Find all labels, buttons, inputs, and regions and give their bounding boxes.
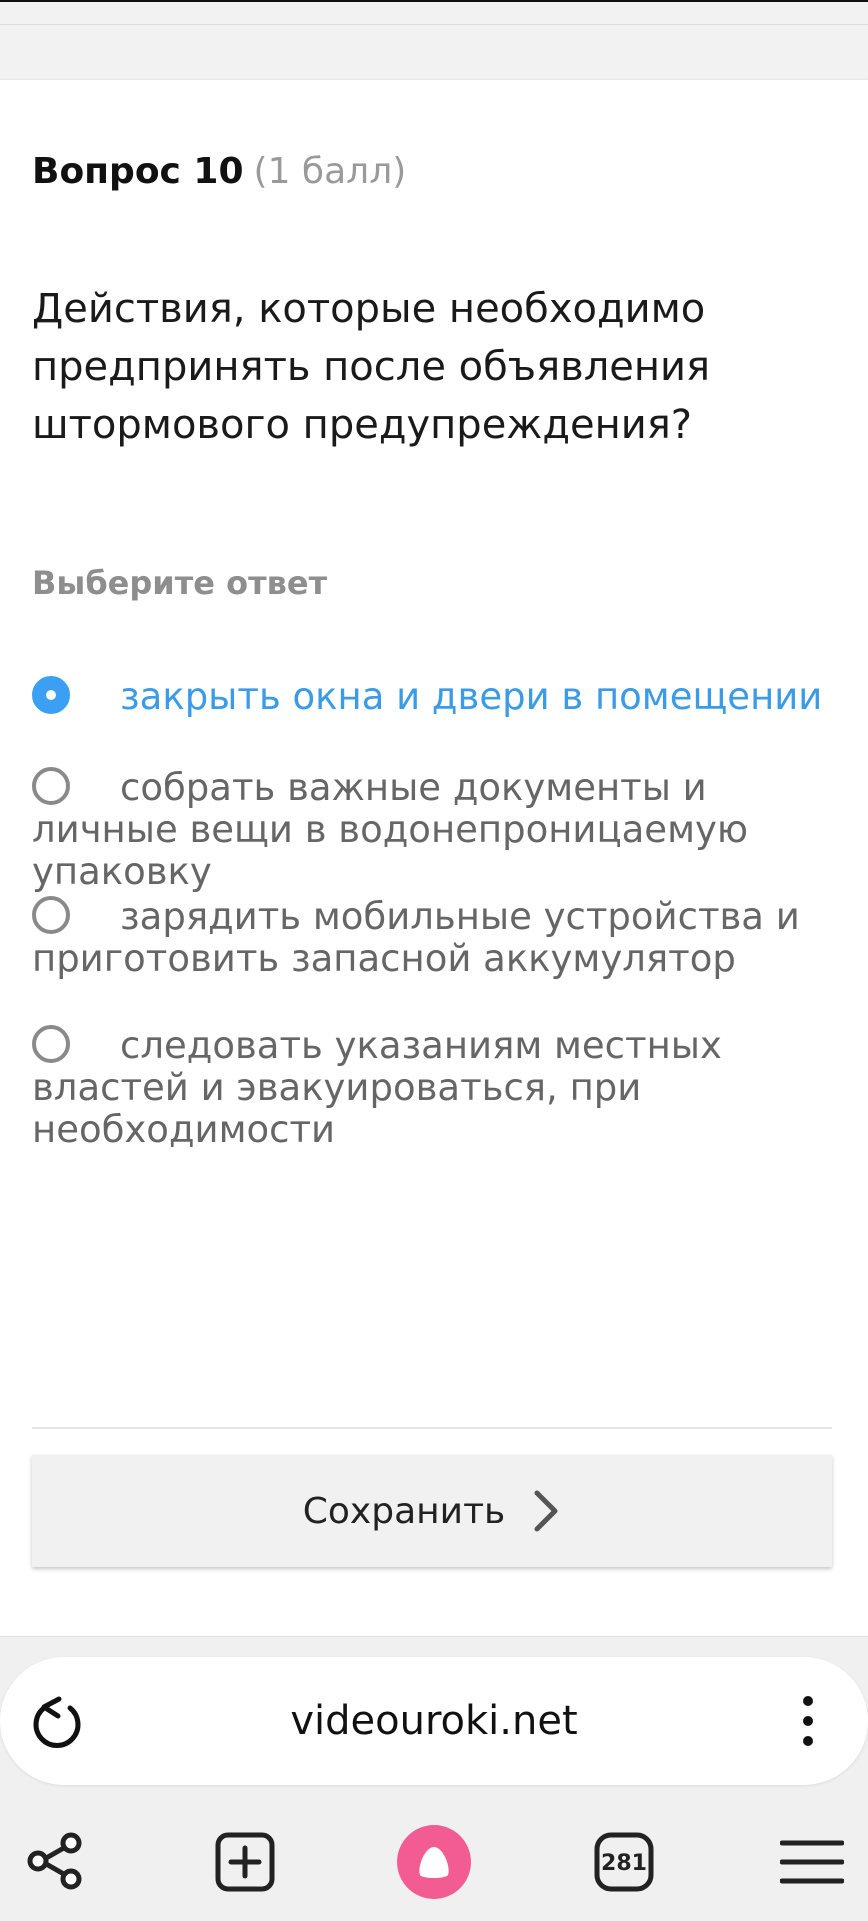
- chevron-right-icon: [534, 1490, 558, 1532]
- radio-unselected-icon[interactable]: [32, 896, 70, 934]
- tab-count: 281: [601, 1851, 647, 1876]
- address-bar-url[interactable]: videouroki.net: [0, 1657, 868, 1785]
- question-text: Действия, которые необходимо предпринять…: [32, 286, 711, 448]
- answer-option-label: следовать указаниям местных властей и эв…: [32, 1024, 722, 1151]
- answer-option-label: собрать важные документы и личные вещи в…: [32, 766, 749, 893]
- new-tab-icon[interactable]: [213, 1830, 277, 1894]
- page-top-strip: [0, 0, 868, 80]
- answer-option-3[interactable]: зарядить мобильные устройства и приготов…: [32, 896, 842, 980]
- more-options-icon[interactable]: [790, 1691, 826, 1751]
- reload-icon[interactable]: [28, 1690, 88, 1752]
- radio-unselected-icon[interactable]: [32, 767, 70, 805]
- save-button-label: Сохранить: [302, 1490, 506, 1532]
- menu-icon[interactable]: [780, 1834, 844, 1890]
- share-icon[interactable]: [24, 1830, 86, 1892]
- tabs-counter-icon[interactable]: 281: [592, 1830, 656, 1894]
- question-number: Вопрос 10: [32, 151, 244, 192]
- alice-assistant-icon[interactable]: [394, 1822, 474, 1902]
- answer-option-1[interactable]: закрыть окна и двери в помещении: [32, 676, 842, 718]
- answer-prompt: Выберите ответ: [32, 564, 328, 602]
- answer-option-2[interactable]: собрать важные документы и личные вещи в…: [32, 767, 842, 893]
- answer-option-label: закрыть окна и двери в помещении: [120, 675, 823, 718]
- save-button[interactable]: Сохранить: [32, 1455, 832, 1567]
- question-header: Вопрос 10 (1 балл): [32, 150, 406, 194]
- radio-unselected-icon[interactable]: [32, 1025, 70, 1063]
- question-points: (1 балл): [253, 151, 407, 192]
- radio-selected-icon[interactable]: [32, 676, 70, 714]
- answer-option-label: зарядить мобильные устройства и приготов…: [32, 895, 800, 980]
- answer-option-4[interactable]: следовать указаниям местных властей и эв…: [32, 1025, 842, 1151]
- actions-divider: [32, 1427, 832, 1429]
- top-divider: [0, 24, 868, 25]
